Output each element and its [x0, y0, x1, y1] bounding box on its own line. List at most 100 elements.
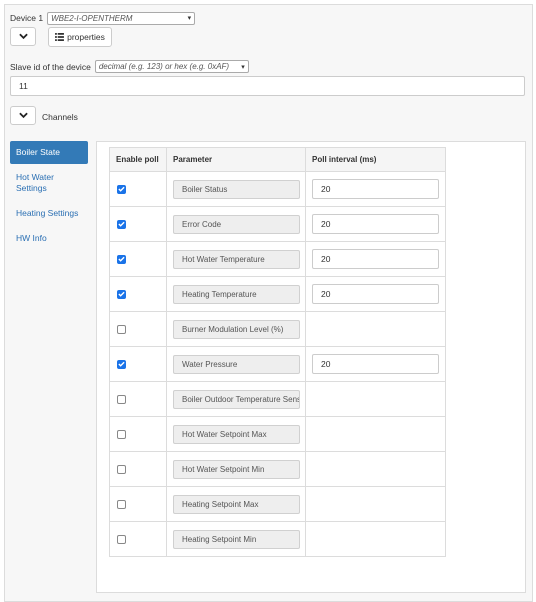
table-row: Water Pressure 20: [109, 346, 446, 382]
parameter-field: Heating Setpoint Min: [173, 529, 300, 549]
parameter-field: Hot Water Setpoint Max: [173, 424, 300, 444]
parameter-cell: Heating Setpoint Min: [166, 521, 306, 557]
parameter-field: Heating Temperature: [173, 284, 300, 304]
enable-poll-checkbox[interactable]: [117, 429, 126, 439]
poll-interval-cell: [305, 381, 446, 417]
header-poll-interval: Poll interval (ms): [305, 147, 446, 172]
table-row: Burner Modulation Level (%): [109, 311, 446, 347]
table-row: Boiler Outdoor Temperature Sensor: [109, 381, 446, 417]
enable-poll-checkbox[interactable]: [117, 184, 126, 194]
poll-interval-cell: 20: [305, 276, 446, 312]
checkmark-icon: [118, 361, 125, 367]
select-caret-icon: ▾: [241, 63, 245, 71]
table-row: Heating Setpoint Min: [109, 521, 446, 557]
enable-poll-cell: [109, 521, 167, 557]
chevron-down-icon: [18, 112, 28, 119]
slave-id-input[interactable]: 11: [10, 76, 525, 96]
enable-poll-checkbox[interactable]: [117, 534, 126, 544]
enable-poll-checkbox[interactable]: [117, 394, 126, 404]
parameter-field: Heating Setpoint Max: [173, 494, 300, 514]
enable-poll-checkbox[interactable]: [117, 289, 126, 299]
enable-poll-cell: [109, 486, 167, 522]
device-label: Device 1: [10, 13, 44, 23]
poll-interval-input[interactable]: 20: [312, 249, 439, 269]
checkmark-icon: [118, 221, 125, 227]
header-enable-poll: Enable poll: [109, 147, 167, 172]
poll-interval-input[interactable]: 20: [312, 179, 439, 199]
parameter-cell: Burner Modulation Level (%): [166, 311, 306, 347]
device-select[interactable]: WBE2-I-OPENTHERM ▾: [47, 11, 196, 25]
device-row: Device 1 WBE2-I-OPENTHERM ▾: [10, 11, 196, 25]
enable-poll-cell: [109, 206, 167, 242]
enable-poll-cell: [109, 241, 167, 277]
table-row: Hot Water Setpoint Min: [109, 451, 446, 487]
slave-id-value: 11: [19, 81, 28, 91]
poll-interval-cell: 20: [305, 171, 446, 207]
device-select-value: WBE2-I-OPENTHERM: [51, 13, 133, 23]
table-row: Boiler Status 20: [109, 171, 446, 207]
parameter-field: Burner Modulation Level (%): [173, 319, 300, 339]
parameter-field: Error Code: [173, 214, 300, 234]
poll-interval-input[interactable]: 20: [312, 214, 439, 234]
channels-nav: Boiler State Hot Water Settings Heating …: [10, 141, 88, 244]
enable-poll-cell: [109, 381, 167, 417]
table-row: Hot Water Setpoint Max: [109, 416, 446, 452]
nav-item-heating-settings[interactable]: Heating Settings: [10, 208, 88, 219]
poll-interval-cell: 20: [305, 346, 446, 382]
table-header-row: Enable poll Parameter Poll interval (ms): [109, 147, 446, 172]
poll-interval-cell: [305, 486, 446, 522]
poll-interval-input[interactable]: 20: [312, 354, 439, 374]
enable-poll-checkbox[interactable]: [117, 499, 126, 509]
slave-format-value: decimal (e.g. 123) or hex (e.g. 0xAF): [98, 62, 230, 71]
parameter-cell: Boiler Status: [166, 171, 306, 207]
slave-format-select[interactable]: decimal (e.g. 123) or hex (e.g. 0xAF) ▾: [94, 60, 249, 73]
poll-interval-input[interactable]: 20: [312, 284, 439, 304]
enable-poll-checkbox[interactable]: [117, 359, 126, 369]
enable-poll-checkbox[interactable]: [117, 324, 126, 334]
checkmark-icon: [118, 186, 125, 192]
parameter-cell: Error Code: [166, 206, 306, 242]
enable-poll-cell: [109, 416, 167, 452]
enable-poll-cell: [109, 311, 167, 347]
enable-poll-cell: [109, 276, 167, 312]
channels-label: Channels: [42, 112, 78, 122]
slave-row: Slave id of the device decimal (e.g. 123…: [10, 60, 249, 73]
parameter-cell: Hot Water Setpoint Max: [166, 416, 306, 452]
poll-interval-cell: [305, 416, 446, 452]
enable-poll-cell: [109, 171, 167, 207]
table-row: Heating Setpoint Max: [109, 486, 446, 522]
parameter-cell: Heating Temperature: [166, 276, 306, 312]
enable-poll-checkbox[interactable]: [117, 219, 126, 229]
parameter-cell: Heating Setpoint Max: [166, 486, 306, 522]
poll-interval-cell: [305, 521, 446, 557]
collapse-device-button[interactable]: [10, 27, 36, 46]
channels-table: Enable poll Parameter Poll interval (ms)…: [109, 147, 446, 557]
parameter-cell: Hot Water Temperature: [166, 241, 306, 277]
enable-poll-checkbox[interactable]: [117, 464, 126, 474]
parameter-cell: Hot Water Setpoint Min: [166, 451, 306, 487]
properties-button[interactable]: properties: [48, 27, 112, 47]
header-parameter: Parameter: [166, 147, 306, 172]
table-row: Error Code 20: [109, 206, 446, 242]
chevron-down-icon: [18, 33, 28, 40]
nav-item-hw-info[interactable]: HW Info: [10, 233, 88, 244]
table-row: Heating Temperature 20: [109, 276, 446, 312]
parameter-field: Boiler Outdoor Temperature Sensor: [173, 389, 300, 409]
parameter-field: Hot Water Temperature: [173, 249, 300, 269]
enable-poll-checkbox[interactable]: [117, 254, 126, 264]
enable-poll-cell: [109, 451, 167, 487]
list-icon: [55, 33, 65, 41]
poll-interval-cell: 20: [305, 241, 446, 277]
nav-item-boiler-state[interactable]: Boiler State: [10, 141, 88, 164]
slave-label: Slave id of the device: [10, 61, 91, 72]
parameter-field: Boiler Status: [173, 179, 300, 199]
checkmark-icon: [118, 256, 125, 262]
select-caret-icon: ▾: [187, 15, 192, 22]
parameter-field: Hot Water Setpoint Min: [173, 459, 300, 479]
enable-poll-cell: [109, 346, 167, 382]
nav-item-hot-water-settings[interactable]: Hot Water Settings: [10, 172, 80, 194]
parameter-cell: Boiler Outdoor Temperature Sensor: [166, 381, 306, 417]
poll-interval-cell: [305, 451, 446, 487]
parameter-field: Water Pressure: [173, 354, 300, 374]
collapse-channels-button[interactable]: [10, 106, 36, 125]
